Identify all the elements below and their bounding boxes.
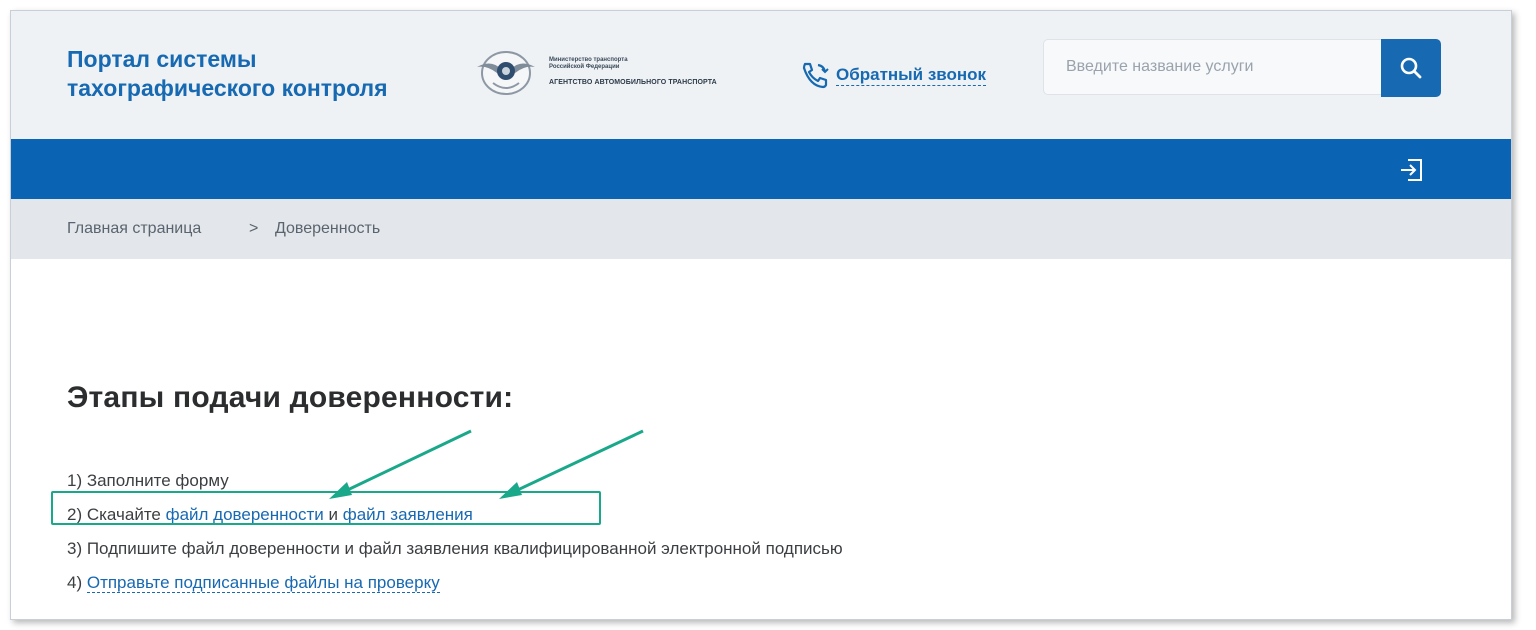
portal-title-line2: тахографического контроля (67, 75, 388, 101)
portal-title[interactable]: Портал системы тахографического контроля (67, 45, 388, 103)
breadcrumb-separator: > (249, 220, 259, 237)
page-frame: Портал системы тахографического контроля… (10, 10, 1512, 620)
login-icon (1401, 159, 1422, 181)
send-signed-files-link[interactable]: Отправьте подписанные файлы на проверку (86, 573, 440, 593)
arrow-annotation-icon (329, 429, 472, 499)
breadcrumb-current: Доверенность (275, 220, 381, 237)
annotation-highlight-box (51, 491, 601, 525)
page-title: Этапы подачи доверенности: (67, 381, 514, 414)
breadcrumb-home[interactable]: Главная страница (67, 220, 201, 238)
callback-label: Обратный звонок (836, 65, 987, 86)
breadcrumb: Главная страница > Доверенность (11, 199, 1511, 259)
step-1: 1) Заполните форму (67, 471, 229, 490)
emblem-icon (477, 51, 535, 95)
site-header: Портал системы тахографического контроля… (11, 11, 1511, 139)
portal-title-line1: Портал системы (67, 46, 257, 72)
step-4: 4) Отправьте подписанные файлы на провер… (67, 573, 440, 593)
phone-callback-icon (802, 62, 829, 89)
agency-logo[interactable]: Министерство транспорта Российской Федер… (471, 45, 771, 101)
ministry-line1: Министерство транспорта (549, 57, 628, 63)
arrow-annotation-icon (499, 429, 644, 499)
ministry-name: Министерство транспорта Российской Федер… (549, 57, 628, 71)
ministry-line2: Российской Федерации (549, 64, 620, 70)
main-navbar (11, 139, 1511, 199)
step-3: 3) Подпишите файл доверенности и файл за… (67, 539, 843, 558)
search-button[interactable] (1381, 39, 1441, 97)
callback-button[interactable]: Обратный звонок (799, 59, 987, 91)
step-4-prefix: 4) (67, 573, 87, 592)
login-button[interactable] (1397, 155, 1427, 185)
agency-name: АГЕНТСТВО АВТОМОБИЛЬНОГО ТРАНСПОРТА (549, 79, 717, 86)
search-input[interactable] (1043, 39, 1383, 95)
search-icon (1400, 57, 1422, 79)
